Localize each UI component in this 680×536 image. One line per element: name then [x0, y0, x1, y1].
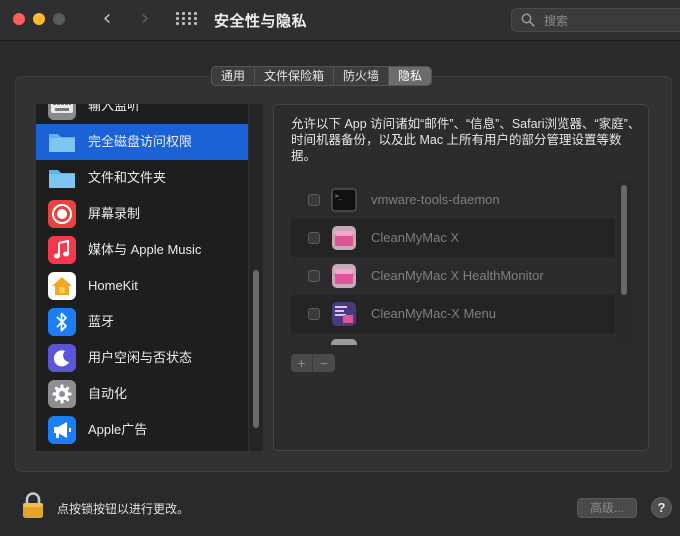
- permission-description: 允许以下 App 访问诸如“邮件”、“信息”、Safari浏览器、“家庭”、时间…: [291, 117, 641, 163]
- advanced-button[interactable]: 高级...: [577, 498, 637, 518]
- sidebar-item-label: 媒体与 Apple Music: [88, 242, 202, 257]
- tab-firewall[interactable]: 防火墙: [334, 67, 390, 85]
- app-list-scrollbar[interactable]: [617, 181, 631, 345]
- tab-privacy[interactable]: 隐私: [389, 67, 432, 85]
- app-row[interactable]: [291, 333, 615, 345]
- sidebar-item-homekit[interactable]: HomeKit: [36, 268, 248, 304]
- app-row[interactable]: >_ vmware-tools-daemon: [291, 181, 615, 219]
- sidebar-item-full-disk-access[interactable]: 完全磁盘访问权限: [36, 124, 248, 160]
- search-input[interactable]: [542, 11, 676, 31]
- home-icon: [48, 272, 76, 300]
- app-row[interactable]: CleanMyMac X HealthMonitor: [291, 257, 615, 295]
- sidebar-item-label: 完全磁盘访问权限: [88, 134, 193, 149]
- window-title: 安全性与隐私: [214, 13, 308, 30]
- bluetooth-icon: [48, 308, 76, 336]
- close-window-button[interactable]: [13, 13, 25, 25]
- app-name: CleanMyMac X: [371, 230, 460, 245]
- sidebar-item-label: 输入监听: [88, 104, 141, 113]
- screen-record-icon: [48, 200, 76, 228]
- app-icon: [331, 339, 357, 345]
- zoom-window-button[interactable]: [53, 13, 65, 25]
- app-checkbox[interactable]: [308, 308, 320, 320]
- app-checkbox[interactable]: [308, 232, 320, 244]
- sidebar-item-input-monitoring[interactable]: 输入监听: [36, 104, 248, 124]
- sidebar-item-label: 用户空闲与否状态: [88, 350, 193, 365]
- sidebar-scroll-thumb[interactable]: [253, 270, 259, 428]
- app-name: CleanMyMac-X Menu: [371, 306, 496, 321]
- add-app-button[interactable]: +: [291, 354, 313, 372]
- terminal-icon: >_: [331, 187, 357, 213]
- show-all-grid-icon[interactable]: [176, 12, 198, 28]
- keyboard-icon: [48, 104, 76, 120]
- sidebar-item-label: HomeKit: [88, 278, 138, 293]
- sidebar-item-media-apple-music[interactable]: 媒体与 Apple Music: [36, 232, 248, 268]
- cleanmymac-menu-icon: [331, 301, 357, 327]
- app-name: vmware-tools-daemon: [371, 192, 500, 207]
- sidebar-item-label: 文件和文件夹: [88, 170, 167, 185]
- sidebar-item-apple-advertising[interactable]: Apple广告: [36, 412, 248, 448]
- toolbar: ‹ › 安全性与隐私: [0, 0, 680, 41]
- app-list: >_ vmware-tools-daemon CleanMyMac X Clea…: [291, 181, 615, 345]
- gear-icon: [48, 380, 76, 408]
- sidebar-item-screen-recording[interactable]: 屏幕录制: [36, 196, 248, 232]
- sidebar-item-bluetooth[interactable]: 蓝牙: [36, 304, 248, 340]
- minimize-window-button[interactable]: [33, 13, 45, 25]
- moon-icon: [48, 344, 76, 372]
- app-row[interactable]: CleanMyMac X: [291, 219, 615, 257]
- sidebar-item-label: 自动化: [88, 386, 128, 401]
- cleanmymac-icon: [331, 225, 357, 251]
- folder-icon: [48, 164, 76, 192]
- privacy-category-list: 输入监听 完全磁盘访问权限 文件和文件夹 屏幕录制 媒体与 Apple Musi…: [36, 104, 248, 451]
- tab-bar: 通用 文件保险箱 防火墙 隐私: [211, 66, 433, 86]
- tab-general[interactable]: 通用: [212, 67, 256, 85]
- app-checkbox[interactable]: [308, 194, 320, 206]
- svg-text:>_: >_: [335, 193, 343, 200]
- app-name: CleanMyMac X HealthMonitor: [371, 268, 544, 283]
- help-button[interactable]: ?: [651, 497, 672, 518]
- folder-icon: [48, 128, 76, 156]
- back-button[interactable]: ‹: [95, 8, 119, 32]
- search-field[interactable]: [511, 8, 680, 32]
- app-list-scroll-thumb[interactable]: [621, 185, 627, 295]
- lock-hint-text: 点按锁按钮以进行更改。: [57, 502, 190, 516]
- forward-button[interactable]: ›: [133, 8, 157, 32]
- tab-filevault[interactable]: 文件保险箱: [255, 67, 335, 85]
- megaphone-icon: [48, 416, 76, 444]
- remove-app-button[interactable]: −: [313, 354, 335, 372]
- music-note-icon: [48, 236, 76, 264]
- search-icon: [521, 13, 535, 27]
- sidebar-item-user-availability[interactable]: 用户空闲与否状态: [36, 340, 248, 376]
- sidebar-scrollbar[interactable]: [249, 104, 263, 451]
- cleanmymac-icon: [331, 263, 357, 289]
- lock-icon[interactable]: [20, 491, 46, 519]
- sidebar-item-label: 蓝牙: [88, 314, 115, 329]
- app-row[interactable]: CleanMyMac-X Menu: [291, 295, 615, 333]
- app-checkbox[interactable]: [308, 270, 320, 282]
- sidebar-item-label: 屏幕录制: [88, 206, 141, 221]
- sidebar-item-automation[interactable]: 自动化: [36, 376, 248, 412]
- sidebar-item-files-and-folders[interactable]: 文件和文件夹: [36, 160, 248, 196]
- sidebar-item-label: Apple广告: [88, 422, 148, 437]
